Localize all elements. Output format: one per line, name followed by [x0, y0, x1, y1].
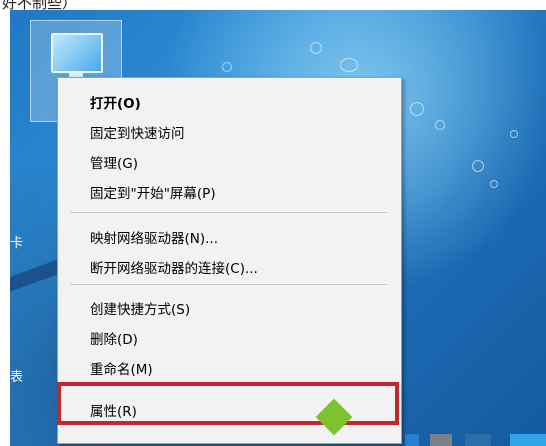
wallpaper-bubble — [410, 102, 424, 116]
menu-item-label: 打开(O) — [90, 96, 141, 112]
menu-item-label: 断开网络驱动器的连接(C)... — [90, 261, 258, 277]
wallpaper-bubble — [222, 62, 232, 72]
menu-item-label: 固定到"开始"屏幕(P) — [90, 186, 216, 202]
menu-item-disconnect-network-drive[interactable]: 断开网络驱动器的连接(C)... — [58, 251, 401, 281]
taskbar-tile — [430, 434, 452, 446]
menu-separator — [70, 284, 387, 285]
menu-item-label: 管理(G) — [90, 156, 138, 172]
menu-item-pin-start[interactable]: 固定到"开始"屏幕(P) — [58, 176, 401, 206]
menu-item-label: 映射网络驱动器(N)... — [90, 231, 219, 247]
menu-item-label: 固定到快速访问 — [90, 126, 185, 142]
wallpaper-bubble — [472, 160, 484, 172]
wallpaper-bubble — [490, 180, 498, 188]
monitor-icon — [51, 33, 103, 73]
menu-item-manage[interactable]: 管理(G) — [58, 146, 401, 176]
menu-item-rename[interactable]: 重命名(M) — [58, 352, 401, 382]
menu-separator — [70, 212, 387, 213]
menu-item-label: 创建快捷方式(S) — [90, 302, 191, 318]
wallpaper-bubble — [340, 58, 358, 72]
menu-item-pin-quick-access[interactable]: 固定到快速访问 — [58, 116, 401, 146]
wallpaper-bubble — [435, 120, 445, 130]
desktop-edge-label[interactable]: 卡 — [10, 232, 23, 251]
menu-item-label: 删除(D) — [90, 332, 138, 348]
wallpaper-bubble — [510, 130, 518, 138]
taskbar-tile — [405, 434, 419, 446]
taskbar-tile — [465, 434, 491, 446]
desktop-edge-label[interactable]: 表 — [10, 366, 23, 385]
menu-item-open[interactable]: 打开(O) — [58, 86, 401, 116]
menu-item-map-network-drive[interactable]: 映射网络驱动器(N)... — [58, 221, 401, 251]
menu-item-create-shortcut[interactable]: 创建快捷方式(S) — [58, 292, 401, 322]
top-caption-strip: 好不制些） — [0, 0, 546, 12]
menu-item-delete[interactable]: 删除(D) — [58, 322, 401, 352]
taskbar-tile — [510, 434, 546, 446]
menu-item-label: 重命名(M) — [90, 362, 153, 378]
wallpaper-bubble — [310, 42, 322, 54]
